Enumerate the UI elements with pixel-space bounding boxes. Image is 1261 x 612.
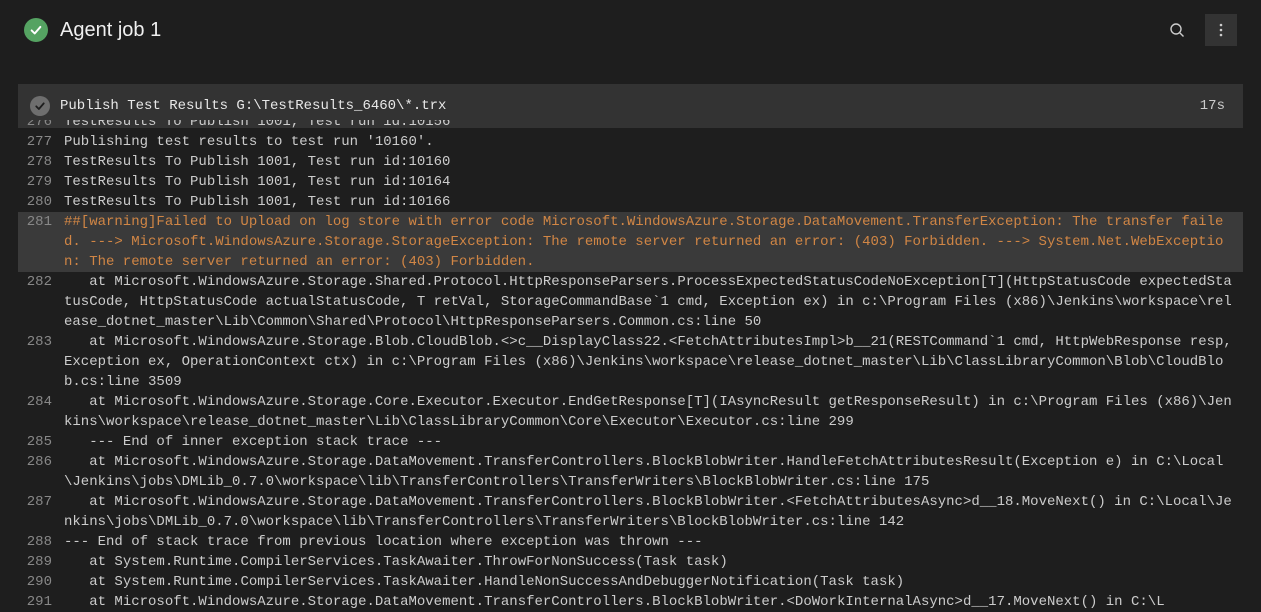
job-title: Agent job 1 [60, 19, 1149, 42]
line-text: at Microsoft.WindowsAzure.Storage.DataMo… [64, 492, 1243, 532]
line-text: at Microsoft.WindowsAzure.Storage.Blob.C… [64, 332, 1243, 392]
log-line: 278TestResults To Publish 1001, Test run… [18, 152, 1243, 172]
log-line: 281##[warning]Failed to Upload on log st… [18, 212, 1243, 272]
line-text: Publishing test results to test run '101… [64, 132, 1243, 152]
log-line: 287 at Microsoft.WindowsAzure.Storage.Da… [18, 492, 1243, 532]
log-line: 276TestResults To Publish 1001, Test run… [18, 120, 1243, 132]
line-text: --- End of stack trace from previous loc… [64, 532, 1243, 552]
search-button[interactable] [1161, 14, 1193, 46]
task-label: Publish Test Results G:\TestResults_6460… [60, 98, 1190, 114]
line-number: 282 [18, 272, 64, 332]
log-line: 285 --- End of inner exception stack tra… [18, 432, 1243, 452]
log-line: 284 at Microsoft.WindowsAzure.Storage.Co… [18, 392, 1243, 432]
line-number: 288 [18, 532, 64, 552]
line-number: 276 [18, 120, 64, 132]
line-text: at Microsoft.WindowsAzure.Storage.Core.E… [64, 392, 1243, 432]
line-number: 286 [18, 452, 64, 492]
line-number: 284 [18, 392, 64, 432]
line-number: 291 [18, 592, 64, 612]
line-number: 280 [18, 192, 64, 212]
line-text: ##[warning]Failed to Upload on log store… [64, 212, 1243, 272]
line-text: TestResults To Publish 1001, Test run id… [64, 120, 1243, 132]
log-output[interactable]: 276TestResults To Publish 1001, Test run… [18, 120, 1243, 612]
line-text: TestResults To Publish 1001, Test run id… [64, 172, 1243, 192]
line-number: 277 [18, 132, 64, 152]
line-text: at Microsoft.WindowsAzure.Storage.DataMo… [64, 452, 1243, 492]
job-status-success-icon [24, 18, 48, 42]
log-line: 289 at System.Runtime.CompilerServices.T… [18, 552, 1243, 572]
log-line: 290 at System.Runtime.CompilerServices.T… [18, 572, 1243, 592]
log-line: 280TestResults To Publish 1001, Test run… [18, 192, 1243, 212]
log-line: 282 at Microsoft.WindowsAzure.Storage.Sh… [18, 272, 1243, 332]
task-status-success-icon [30, 96, 50, 116]
line-number: 287 [18, 492, 64, 532]
log-line: 277Publishing test results to test run '… [18, 132, 1243, 152]
log-line: 286 at Microsoft.WindowsAzure.Storage.Da… [18, 452, 1243, 492]
task-duration: 17s [1200, 98, 1225, 114]
line-number: 289 [18, 552, 64, 572]
line-number: 290 [18, 572, 64, 592]
page-header: Agent job 1 [0, 0, 1261, 60]
line-text: TestResults To Publish 1001, Test run id… [64, 192, 1243, 212]
line-text: at System.Runtime.CompilerServices.TaskA… [64, 552, 1243, 572]
line-number: 278 [18, 152, 64, 172]
log-line: 288--- End of stack trace from previous … [18, 532, 1243, 552]
line-text: --- End of inner exception stack trace -… [64, 432, 1243, 452]
line-number: 281 [18, 212, 64, 272]
line-text: TestResults To Publish 1001, Test run id… [64, 152, 1243, 172]
more-actions-button[interactable] [1205, 14, 1237, 46]
line-text: at Microsoft.WindowsAzure.Storage.DataMo… [64, 592, 1243, 612]
line-text: at System.Runtime.CompilerServices.TaskA… [64, 572, 1243, 592]
line-number: 279 [18, 172, 64, 192]
log-line: 291 at Microsoft.WindowsAzure.Storage.Da… [18, 592, 1243, 612]
line-number: 285 [18, 432, 64, 452]
line-text: at Microsoft.WindowsAzure.Storage.Shared… [64, 272, 1243, 332]
log-line: 283 at Microsoft.WindowsAzure.Storage.Bl… [18, 332, 1243, 392]
line-number: 283 [18, 332, 64, 392]
log-line: 279TestResults To Publish 1001, Test run… [18, 172, 1243, 192]
